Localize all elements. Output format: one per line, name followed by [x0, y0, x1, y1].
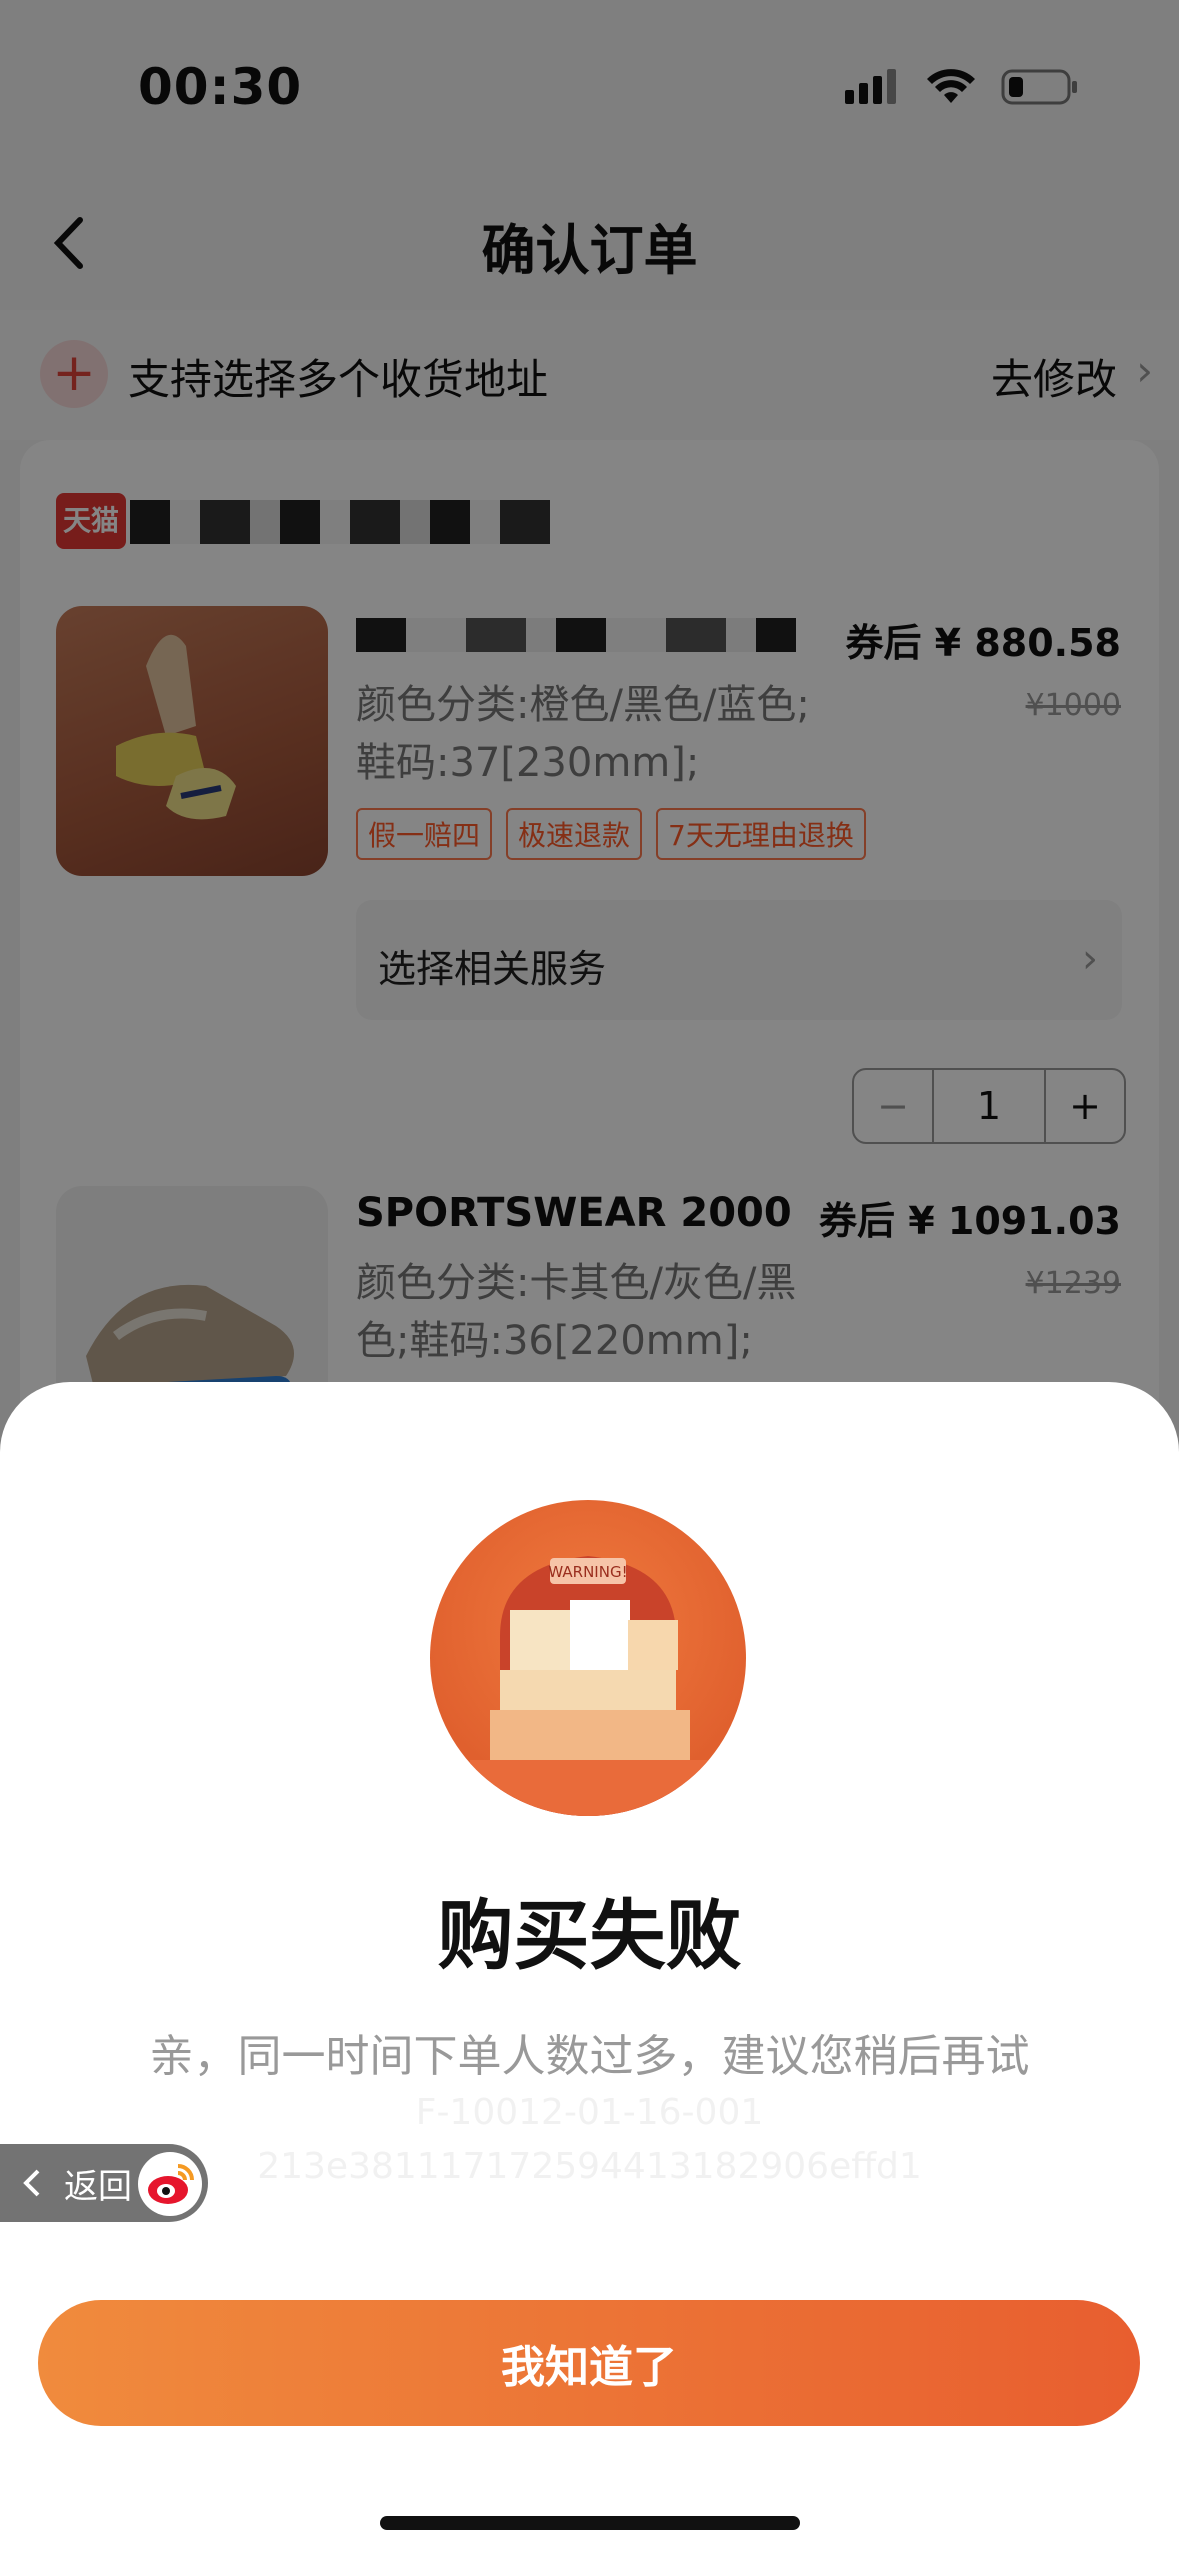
- error-code: F-10012-01-16-001: [415, 2092, 764, 2133]
- warning-illustration: WARNING!: [430, 1500, 746, 1816]
- chevron-left-icon: [23, 2169, 40, 2197]
- weibo-icon[interactable]: [138, 2152, 202, 2216]
- dialog-message: 亲，同一时间下单人数过多，建议您稍后再试: [149, 2031, 1030, 2082]
- acknowledge-button[interactable]: 我知道了: [38, 2300, 1140, 2426]
- dialog-title: 购买失败: [437, 1891, 742, 1980]
- warning-label: WARNING!: [548, 1563, 627, 1581]
- return-label: 返回: [64, 2166, 132, 2207]
- home-indicator[interactable]: [380, 2516, 800, 2530]
